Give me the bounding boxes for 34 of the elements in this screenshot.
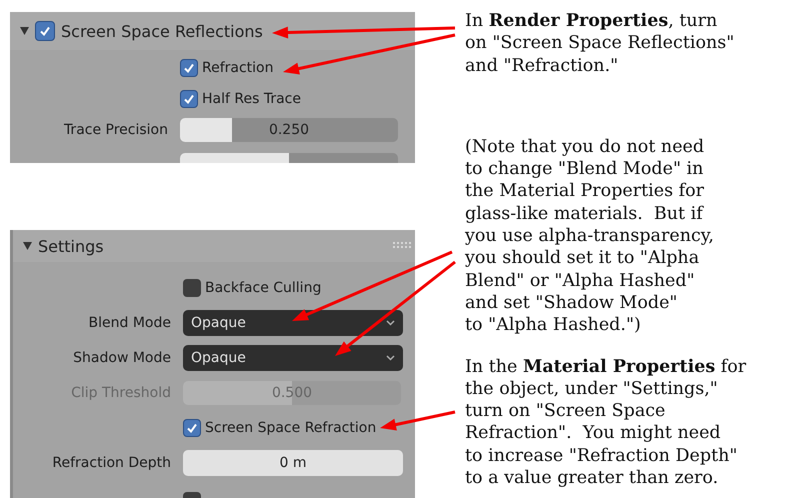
expanded-triangle-icon[interactable] bbox=[20, 27, 29, 35]
instruction-text: In Render Properties, turn on "Screen Space Reflections" and "Refraction." bbox=[465, 10, 736, 77]
field-label: Clip Threshold bbox=[70, 384, 172, 400]
instruction-text: (Note that you do not need to change "Blend Mode" in the Material Properties for glass-like materials. But if you use alpha-transparency, you should set it to "Alpha Blend" or "Alpha Hashed" and set "Shadow Mode" to "Alpha Hashed.") bbox=[465, 136, 715, 337]
number-slider[interactable]: 0.250 bbox=[180, 118, 398, 142]
checkbox-label[interactable]: Half Res Trace bbox=[202, 90, 301, 106]
instruction-text: In the Material Properties for the object, under "Settings," turn on "Screen Space Refraction". You might need to increase "Refraction Depth" to a value greater than zero. bbox=[465, 356, 746, 490]
checked-checkbox[interactable] bbox=[180, 58, 198, 76]
checkmark-icon bbox=[183, 62, 195, 74]
checked-checkbox[interactable] bbox=[183, 418, 201, 436]
checkmark-icon bbox=[186, 422, 198, 434]
number-field[interactable]: 0 m bbox=[183, 450, 403, 476]
checked-checkbox[interactable] bbox=[35, 21, 55, 41]
panel-header[interactable]: Settings bbox=[13, 230, 415, 262]
field-label: Trace Precision bbox=[62, 122, 169, 138]
dropdown[interactable]: Opaque bbox=[183, 310, 403, 336]
unchecked-checkbox[interactable] bbox=[183, 278, 201, 296]
field-label: Blend Mode bbox=[88, 314, 172, 330]
panel-title: Screen Space Reflections bbox=[61, 22, 263, 40]
panel-title: Settings bbox=[38, 236, 104, 256]
chevron-icon bbox=[386, 320, 395, 326]
checkmark-icon bbox=[183, 92, 195, 104]
expanded-triangle-icon[interactable] bbox=[23, 242, 32, 250]
chevron-icon bbox=[386, 354, 395, 360]
drag-handle-icon[interactable] bbox=[393, 242, 411, 250]
checkbox-label[interactable]: Backface Culling bbox=[205, 280, 322, 296]
checkmark-icon bbox=[39, 25, 51, 37]
field-label: Refraction Depth bbox=[51, 454, 172, 470]
field-label: Shadow Mode bbox=[72, 350, 172, 366]
checked-checkbox[interactable] bbox=[180, 90, 198, 108]
checkbox-label[interactable]: Refraction bbox=[202, 60, 274, 76]
panel-header[interactable]: Screen Space Reflections bbox=[10, 12, 415, 50]
dropdown[interactable]: Opaque bbox=[183, 344, 403, 370]
checkbox-label[interactable]: Screen Space Refraction bbox=[205, 420, 376, 436]
